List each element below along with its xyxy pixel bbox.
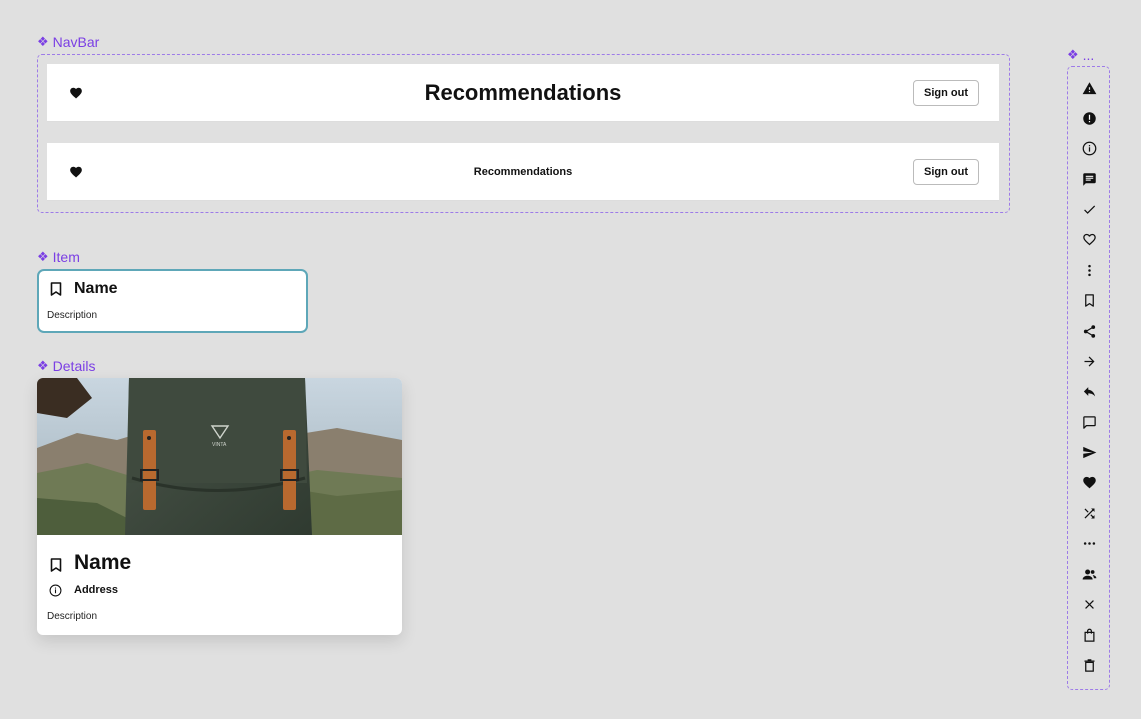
navbar-label-text: NavBar — [52, 34, 100, 50]
trash-icon[interactable] — [1081, 657, 1097, 673]
sign-out-button[interactable]: Sign out — [913, 158, 979, 185]
component-icon: ❖ — [1067, 47, 1079, 62]
icons-frame — [1067, 66, 1110, 690]
details-name: Name — [74, 551, 132, 574]
heart-icon[interactable] — [1081, 474, 1097, 490]
people-icon[interactable] — [1081, 566, 1097, 582]
navbar-small: Recommendations Sign out — [47, 143, 999, 201]
navbar-component-label: ❖ NavBar — [37, 34, 99, 50]
item-label-text: Item — [52, 249, 80, 265]
details-label-text: Details — [52, 358, 96, 374]
component-icon: ❖ — [37, 249, 49, 264]
icons-component-label: ❖ ... — [1067, 47, 1094, 63]
warning-icon[interactable] — [1081, 80, 1097, 96]
comment-icon[interactable] — [1081, 414, 1097, 430]
send-icon[interactable] — [1081, 444, 1097, 460]
sign-out-button[interactable]: Sign out — [913, 79, 979, 106]
shuffle-icon[interactable] — [1081, 505, 1097, 521]
item-component-label: ❖ Item — [37, 249, 80, 265]
bookmark-icon[interactable] — [1081, 292, 1097, 308]
arrow-right-icon[interactable] — [1081, 353, 1097, 369]
backpack-brand: VINTA — [212, 442, 227, 448]
item-description: Description — [47, 310, 98, 321]
page-title: Recommendations — [424, 79, 622, 105]
component-icon: ❖ — [37, 358, 49, 373]
icons-label-text: ... — [1082, 47, 1095, 63]
more-horizontal-icon[interactable] — [1081, 535, 1097, 551]
bookmark-icon[interactable] — [50, 282, 62, 296]
heart-outline-icon[interactable] — [1081, 231, 1097, 247]
error-icon[interactable] — [1081, 110, 1097, 126]
more-vertical-icon[interactable] — [1081, 262, 1097, 278]
reply-icon[interactable] — [1081, 383, 1097, 399]
backpack-photo: VINTA — [37, 378, 402, 535]
item-name: Name — [74, 280, 118, 297]
details-address: Address — [74, 584, 119, 596]
shopping-bag-icon[interactable] — [1081, 627, 1097, 643]
navbar-large: Recommendations Sign out — [47, 64, 999, 122]
details-description: Description — [47, 611, 98, 622]
info-icon[interactable] — [1081, 140, 1097, 156]
item-card[interactable]: Name Description — [37, 269, 308, 333]
bookmark-icon[interactable] — [50, 558, 62, 572]
details-card: VINTA Name Address Description — [37, 378, 402, 635]
check-icon[interactable] — [1081, 201, 1097, 217]
info-icon — [49, 584, 62, 597]
component-icon: ❖ — [37, 34, 49, 49]
close-icon[interactable] — [1081, 596, 1097, 612]
share-icon[interactable] — [1081, 323, 1097, 339]
details-component-label: ❖ Details — [37, 358, 95, 374]
chat-icon[interactable] — [1081, 171, 1097, 187]
page-title: Recommendations — [473, 165, 573, 178]
